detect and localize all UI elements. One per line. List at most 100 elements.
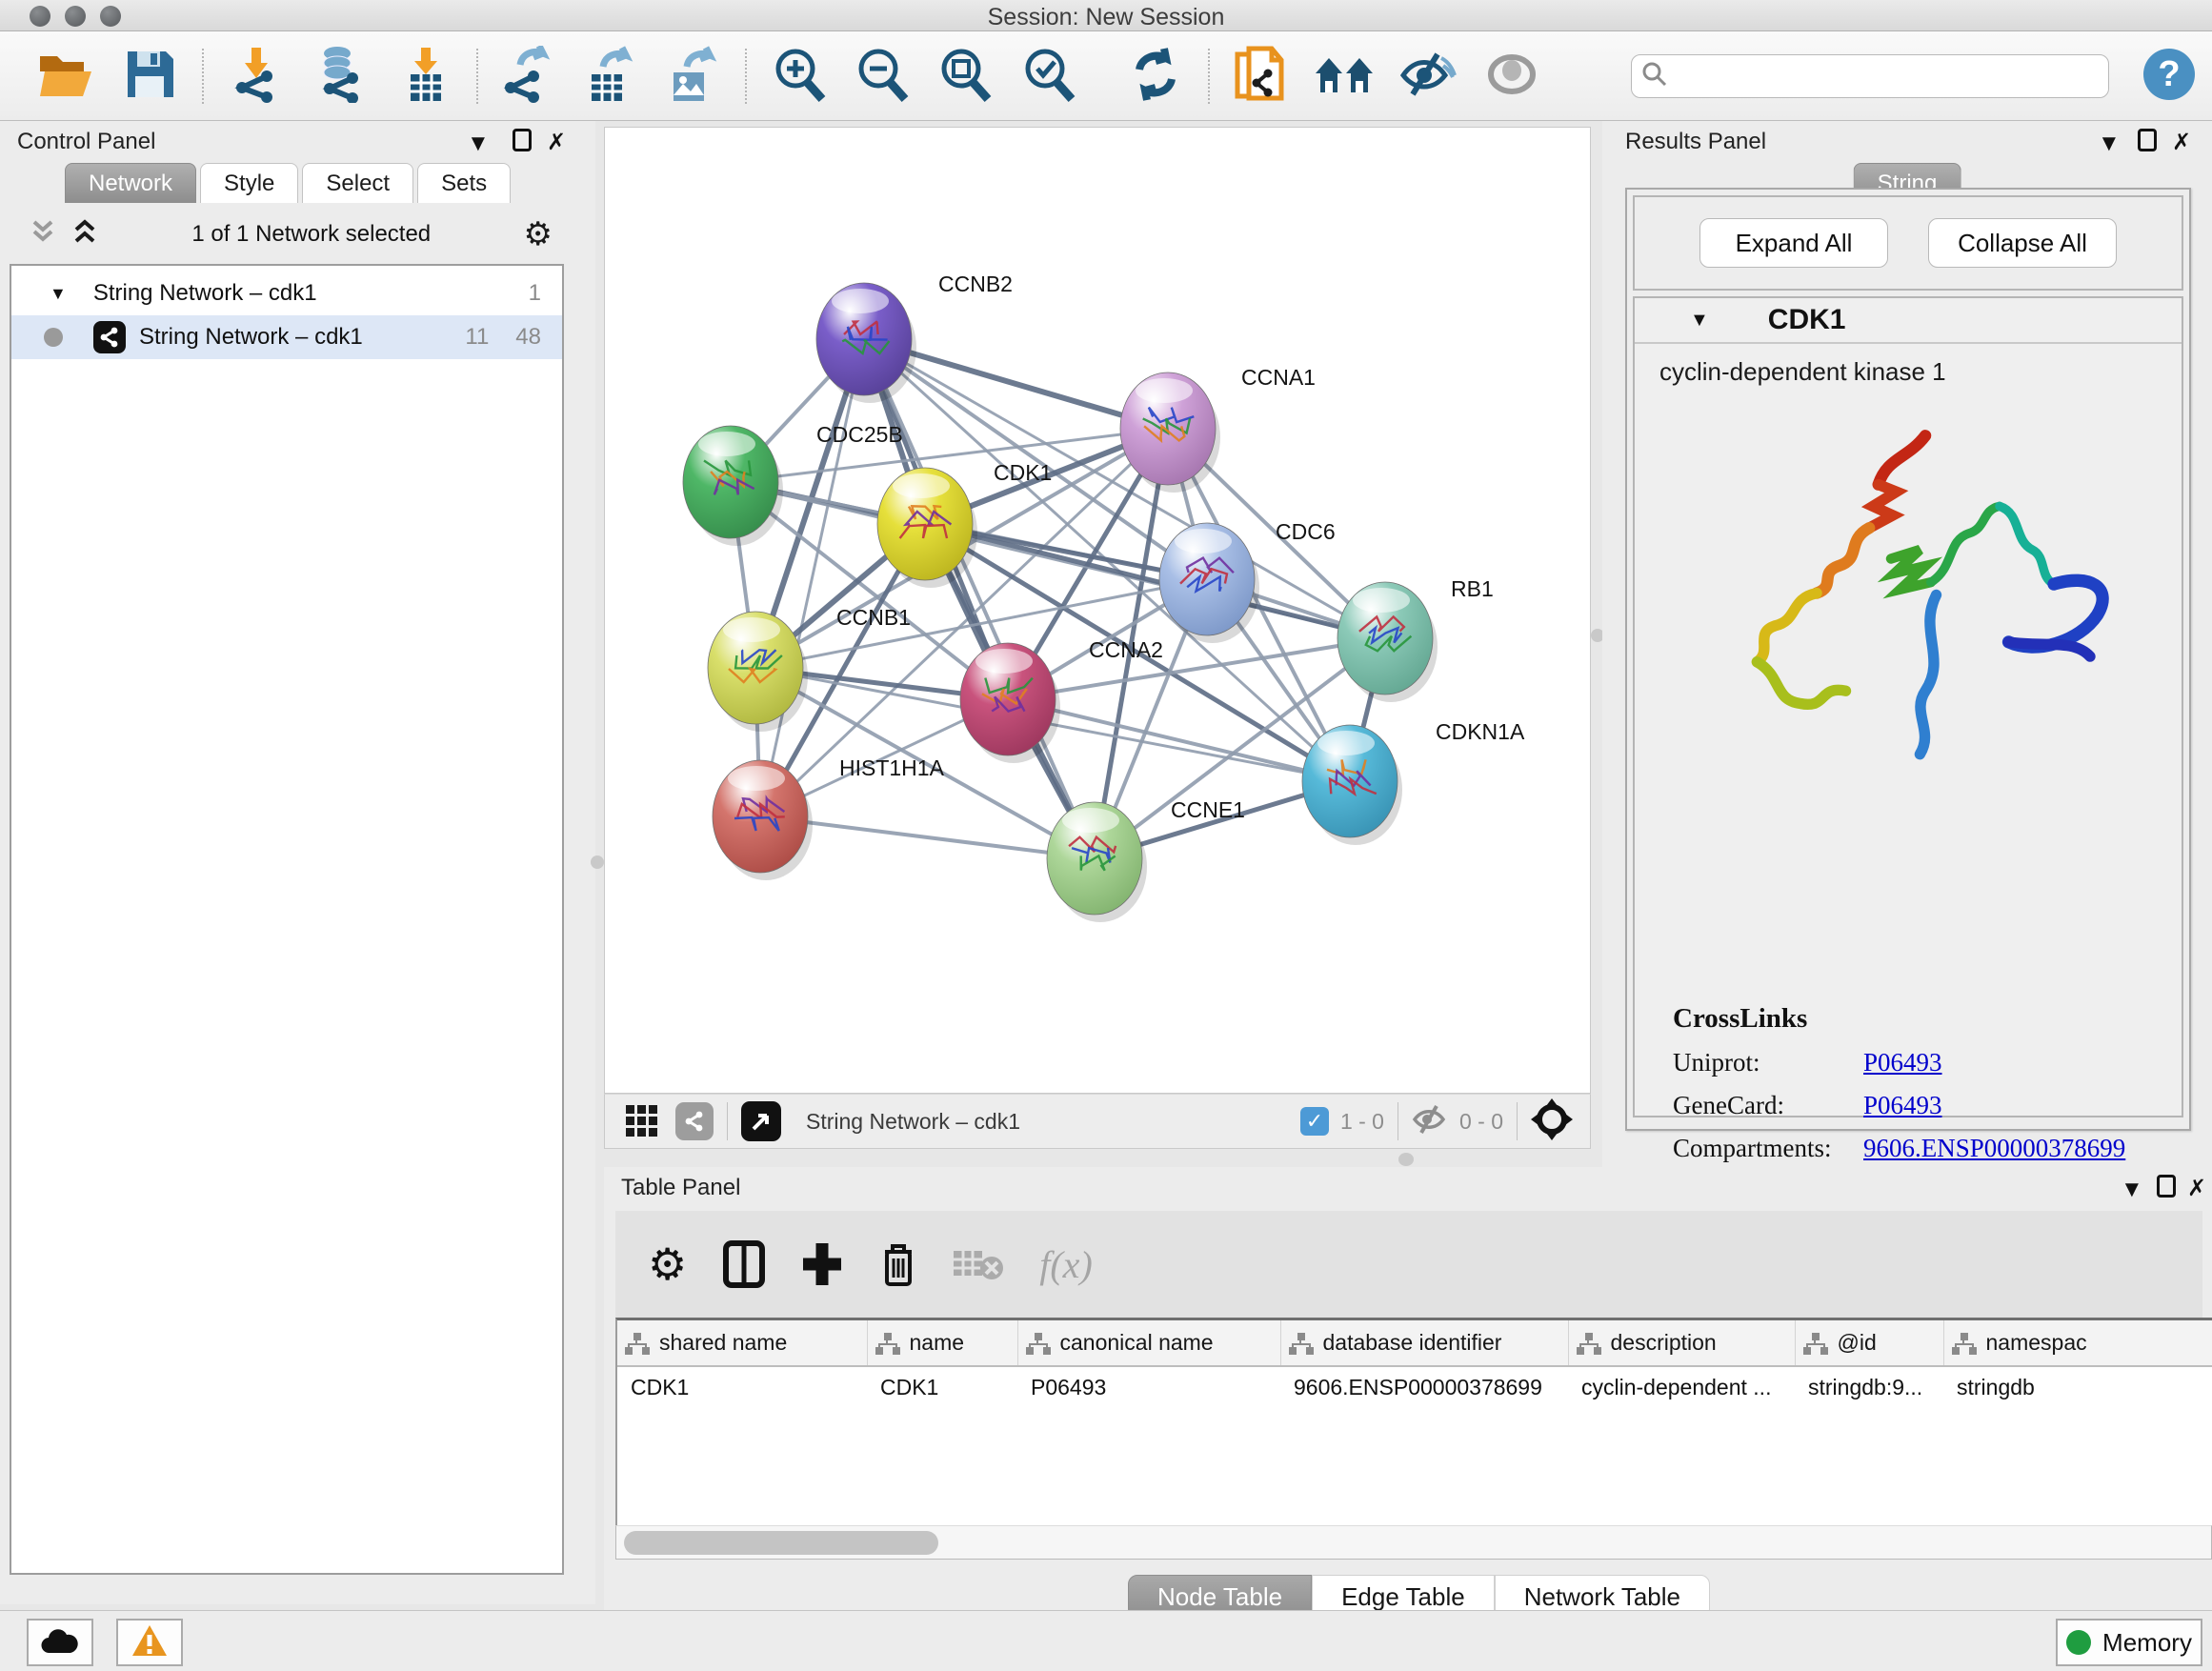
search-input[interactable] bbox=[1668, 64, 2087, 89]
function-builder-button[interactable]: f(x) bbox=[1039, 1242, 1093, 1287]
show-glass-button[interactable] bbox=[1480, 45, 1543, 108]
apply-layout-button[interactable] bbox=[1124, 45, 1187, 108]
network-view-canvas[interactable]: CCNB2CCNA1CDC25BCDK1CDC6RB1CCNB1CCNA2CDK… bbox=[604, 127, 1591, 1094]
entry-description: cyclin-dependent kinase 1 bbox=[1635, 344, 2182, 387]
save-session-button[interactable] bbox=[118, 45, 181, 108]
export-network-button[interactable] bbox=[497, 45, 560, 108]
crosslink-link[interactable]: P06493 bbox=[1863, 1048, 2125, 1077]
tab-select[interactable]: Select bbox=[302, 163, 413, 203]
panel-collapse-icon[interactable]: ▼ bbox=[467, 131, 490, 157]
network-edge[interactable] bbox=[864, 339, 1095, 858]
bottom-splitter-grip[interactable] bbox=[1398, 1153, 1414, 1166]
help-button[interactable]: ? bbox=[2138, 45, 2201, 108]
node-label-CDC6: CDC6 bbox=[1276, 519, 1336, 544]
tab-sets[interactable]: Sets bbox=[417, 163, 511, 203]
panel-close-icon[interactable]: ✗ bbox=[547, 129, 566, 156]
fit-content-crosshair-icon[interactable] bbox=[1531, 1098, 1573, 1145]
zoom-in-button[interactable] bbox=[768, 45, 831, 108]
export-table-button[interactable] bbox=[577, 45, 640, 108]
column-header-shared-name[interactable]: shared name bbox=[617, 1320, 867, 1366]
string-badge-icon[interactable] bbox=[675, 1102, 714, 1140]
column-header-description[interactable]: description bbox=[1568, 1320, 1795, 1366]
network-row[interactable]: String Network – cdk1 11 48 bbox=[11, 315, 562, 359]
open-session-button[interactable] bbox=[34, 45, 97, 108]
collapse-all-networks-icon[interactable] bbox=[29, 218, 57, 252]
entry-expander-icon[interactable]: ▼ bbox=[1690, 310, 1709, 332]
column-header-database-identifier[interactable]: database identifier bbox=[1280, 1320, 1568, 1366]
zoom-selected-button[interactable] bbox=[1017, 45, 1080, 108]
column-header-namespac[interactable]: namespac bbox=[1943, 1320, 2212, 1366]
node-label-CDC25B: CDC25B bbox=[816, 422, 903, 447]
table-cell[interactable]: stringdb bbox=[1943, 1366, 2212, 1408]
panel-float-icon[interactable] bbox=[2157, 1175, 2176, 1198]
hidden-eye-slash-icon[interactable] bbox=[1412, 1104, 1448, 1139]
table-cell[interactable]: stringdb:9... bbox=[1795, 1366, 1943, 1408]
column-header-name[interactable]: name bbox=[867, 1320, 1017, 1366]
table-cell[interactable]: CDK1 bbox=[867, 1366, 1017, 1408]
table-cell[interactable]: CDK1 bbox=[617, 1366, 867, 1408]
table-row[interactable]: CDK1CDK1P064939606.ENSP00000378699cyclin… bbox=[617, 1366, 2212, 1408]
delete-column-trash-icon[interactable] bbox=[879, 1240, 917, 1288]
import-table-button[interactable] bbox=[394, 45, 457, 108]
delete-table-icon[interactable] bbox=[954, 1247, 1003, 1281]
node-result-header[interactable]: ▼ CDK1 bbox=[1635, 298, 2182, 344]
show-columns-icon[interactable] bbox=[723, 1240, 765, 1288]
node-label-RB1: RB1 bbox=[1451, 576, 1494, 601]
table-options-gear-icon[interactable]: ⚙ bbox=[648, 1238, 687, 1290]
import-network-button[interactable] bbox=[227, 45, 290, 108]
collapse-all-button[interactable]: Collapse All bbox=[1928, 218, 2117, 268]
network-view-statusbar: String Network – cdk1 ✓ 1 - 0 0 - 0 bbox=[604, 1094, 1591, 1149]
panel-collapse-icon[interactable]: ▼ bbox=[2121, 1177, 2143, 1203]
panel-float-icon[interactable] bbox=[2138, 129, 2157, 151]
zoom-out-button[interactable] bbox=[851, 45, 914, 108]
zoom-out-icon bbox=[854, 46, 911, 108]
open-in-window-icon[interactable] bbox=[741, 1101, 781, 1141]
table-horizontal-scrollbar[interactable] bbox=[615, 1525, 2212, 1560]
hidden-node-edge-counts: 0 - 0 bbox=[1459, 1109, 1503, 1135]
warnings-button[interactable] bbox=[116, 1619, 183, 1666]
expand-all-button[interactable]: Expand All bbox=[1699, 218, 1888, 268]
network-edge[interactable] bbox=[760, 429, 1168, 816]
main-toolbar: ? bbox=[0, 31, 2212, 121]
toolbar-separator bbox=[476, 49, 478, 104]
table-cell[interactable]: P06493 bbox=[1017, 1366, 1280, 1408]
expand-all-networks-icon[interactable] bbox=[70, 218, 99, 252]
panel-close-icon[interactable]: ✗ bbox=[2187, 1175, 2206, 1202]
panel-collapse-icon[interactable]: ▼ bbox=[2098, 131, 2121, 157]
table-cell[interactable]: cyclin-dependent ... bbox=[1568, 1366, 1795, 1408]
tree-expander-icon[interactable]: ▼ bbox=[50, 284, 67, 304]
control-panel-title: Control Panel bbox=[17, 129, 155, 155]
network-edge[interactable] bbox=[760, 339, 864, 816]
crosslink-link[interactable]: 9606.ENSP00000378699 bbox=[1863, 1134, 2125, 1163]
create-column-plus-icon[interactable] bbox=[801, 1241, 843, 1287]
tab-network[interactable]: Network bbox=[65, 163, 196, 203]
panel-float-icon[interactable] bbox=[513, 129, 532, 151]
hide-glass-button[interactable] bbox=[1397, 45, 1459, 108]
export-image-button[interactable] bbox=[659, 45, 722, 108]
network-options-gear-icon[interactable]: ⚙ bbox=[524, 215, 553, 253]
network-collection-row[interactable]: ▼ String Network – cdk1 1 bbox=[11, 272, 562, 315]
column-header-label: name bbox=[910, 1330, 965, 1355]
memory-button[interactable]: Memory bbox=[2056, 1619, 2202, 1666]
column-header-@id[interactable]: @id bbox=[1795, 1320, 1943, 1366]
scrollbar-thumb[interactable] bbox=[624, 1531, 938, 1555]
string-network-graph[interactable]: CCNB2CCNA1CDC25BCDK1CDC6RB1CCNB1CCNA2CDK… bbox=[605, 128, 1590, 1093]
string-protein-query-button[interactable] bbox=[1229, 45, 1292, 108]
import-network-from-database-button[interactable] bbox=[309, 45, 372, 108]
tab-style[interactable]: Style bbox=[200, 163, 298, 203]
search-icon bbox=[1641, 61, 1668, 92]
cloud-status-button[interactable] bbox=[27, 1619, 93, 1666]
zoom-fit-button[interactable] bbox=[934, 45, 996, 108]
string-home-button[interactable] bbox=[1313, 45, 1376, 108]
export-image-icon bbox=[662, 46, 719, 108]
node-result-card: ▼ CDK1 cyclin-dependent kinase 1 bbox=[1633, 296, 2183, 1117]
selected-filter-checkbox[interactable]: ✓ bbox=[1300, 1107, 1329, 1136]
panel-close-icon[interactable]: ✗ bbox=[2172, 129, 2191, 156]
table-cell[interactable]: 9606.ENSP00000378699 bbox=[1280, 1366, 1568, 1408]
warning-triangle-icon bbox=[131, 1623, 169, 1662]
column-header-canonical-name[interactable]: canonical name bbox=[1017, 1320, 1280, 1366]
left-splitter-grip[interactable] bbox=[591, 856, 604, 869]
birds-eye-view-icon[interactable] bbox=[626, 1105, 658, 1137]
results-panel-title: Results Panel bbox=[1625, 129, 1766, 155]
crosslink-link[interactable]: P06493 bbox=[1863, 1091, 2125, 1120]
